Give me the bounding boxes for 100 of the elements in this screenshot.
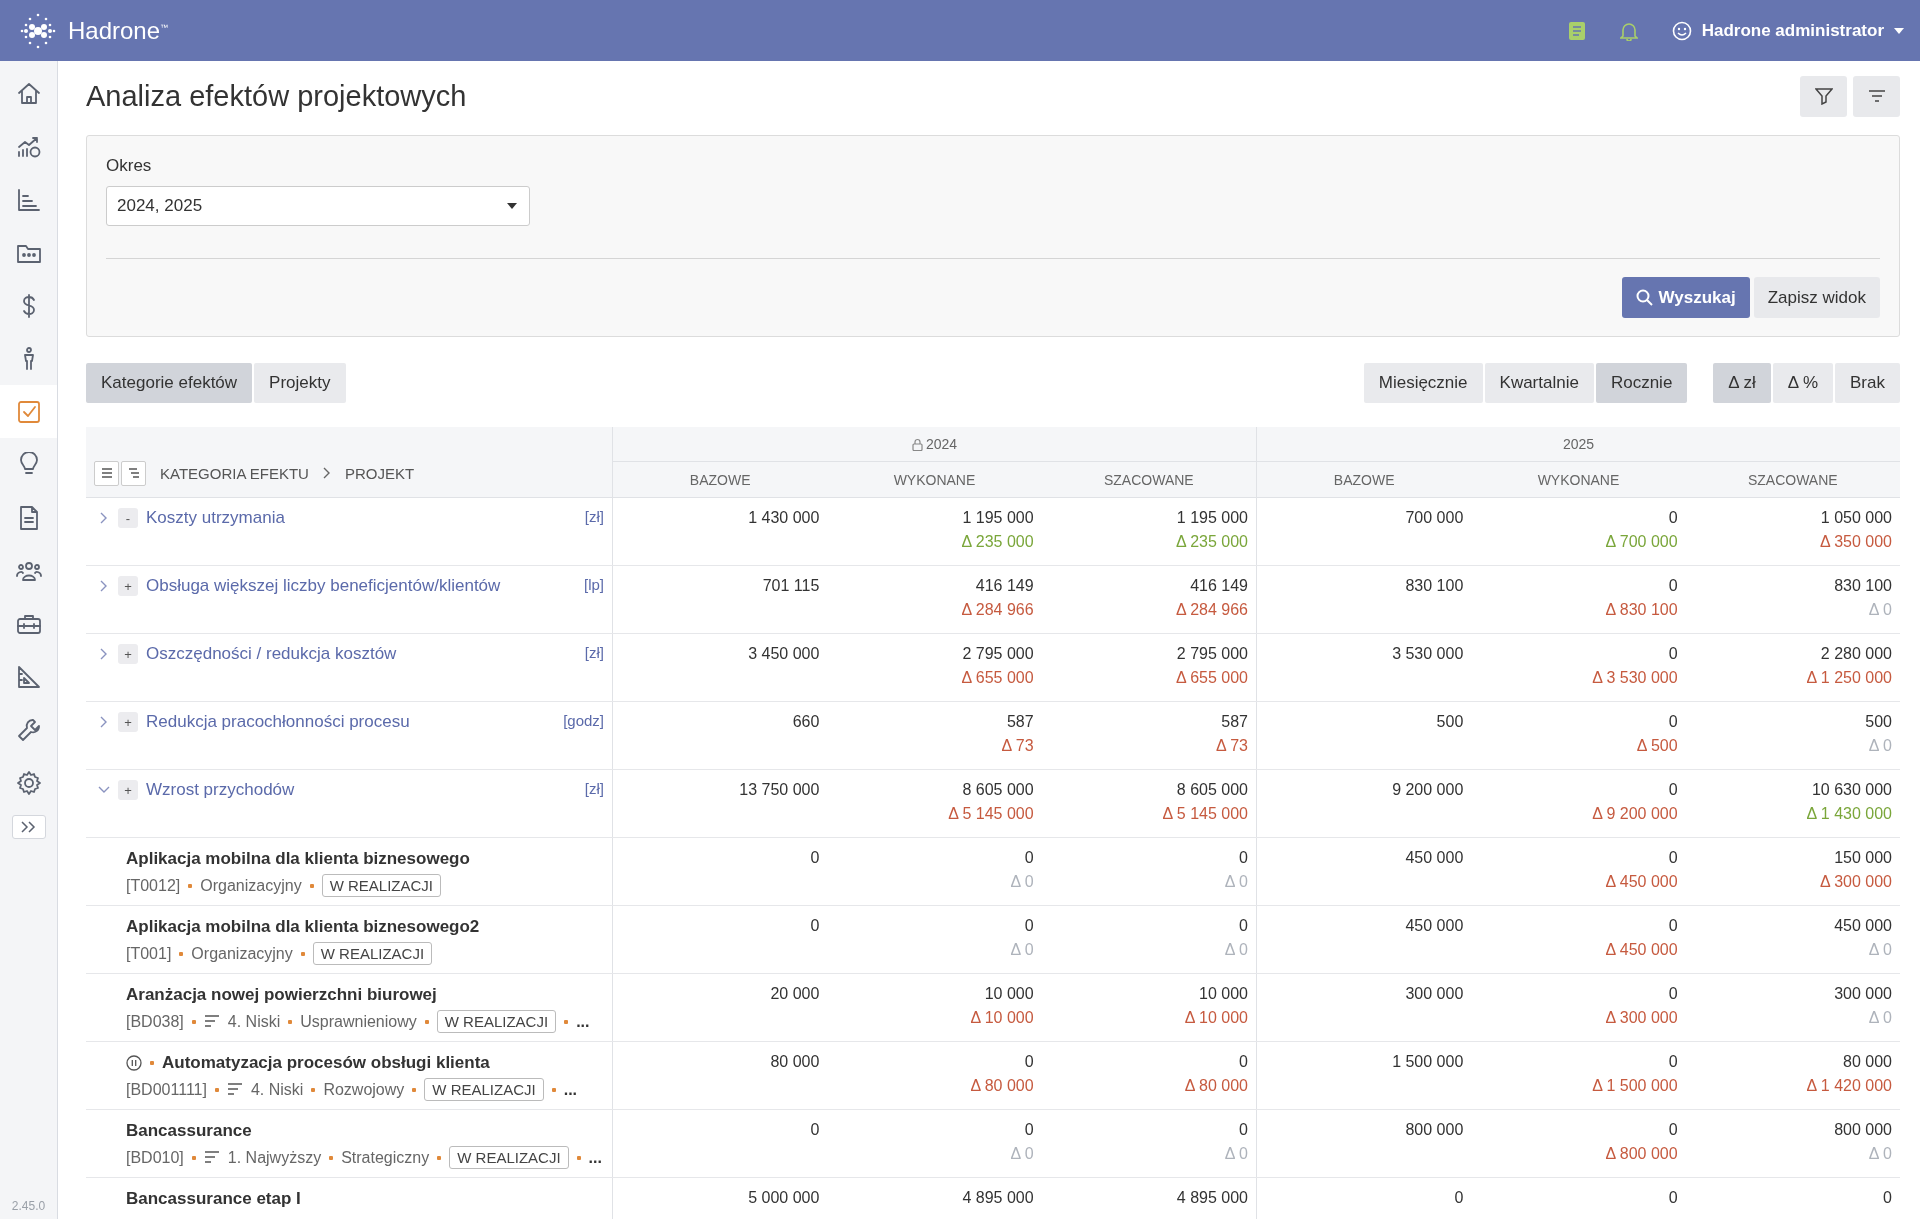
project-code: [BD001111] (126, 1080, 207, 1099)
value-cell: 3 530 000 (1392, 645, 1464, 663)
settings-icon (15, 769, 42, 796)
value-cell: 8 605 000 (1176, 781, 1248, 799)
value-cell: 80 000 (1843, 1053, 1892, 1071)
indent-icon (127, 468, 140, 478)
project-name: Aplikacja mobilna dla klienta biznesowego2 (126, 916, 480, 937)
category-link[interactable]: Redukcja pracochłonności procesu (146, 712, 410, 732)
value-cell: 2 795 000 (1176, 645, 1248, 663)
unit-label: [zł] (584, 644, 604, 661)
toggle-button[interactable]: + (118, 644, 138, 664)
value-cell: 450 000 (1405, 849, 1464, 867)
value-cell: 1 050 000 (1820, 509, 1892, 527)
toggle-button[interactable]: + (118, 780, 138, 800)
nav-item[interactable] (0, 385, 57, 438)
period-toggle[interactable]: Kwartalnie (1484, 363, 1594, 403)
delta-toggle[interactable]: Δ zł (1713, 363, 1771, 403)
value-cell: 0 (1454, 1189, 1464, 1207)
breadcrumb-item[interactable]: PROJEKT (344, 464, 415, 482)
project-type: Organizacyjny (200, 876, 302, 895)
category-link[interactable]: Wzrost przychodów (146, 780, 295, 800)
delta-value: Δ 800 000 (1605, 1145, 1678, 1163)
bar-chart-icon (15, 186, 42, 213)
column-header: WYKONANE (892, 470, 977, 490)
project-name: Automatyzacja procesów obsługi klienta (162, 1052, 490, 1073)
project-code: [T001] (126, 944, 172, 963)
delta-value: Δ 655 000 (1175, 669, 1248, 687)
delta-value: Δ 80 000 (970, 1077, 1034, 1095)
category-link[interactable]: Obsługa większej liczby beneficjentów/klientów (146, 576, 501, 596)
breadcrumb-item[interactable]: KATEGORIA EFEKTU (160, 464, 309, 482)
toggle-button[interactable]: + (118, 712, 138, 732)
delta-value: Δ 1 430 000 (1806, 805, 1892, 823)
period-toggle[interactable]: Rocznie (1595, 363, 1688, 403)
delta-value: Δ 0 (1010, 873, 1034, 891)
value-cell: 416 149 (975, 577, 1034, 595)
status-tag: W REALIZACJI (449, 1146, 569, 1169)
search-button[interactable]: Wyszukaj (1621, 277, 1750, 318)
sort-lines-icon (1867, 89, 1886, 103)
value-cell: 701 115 (762, 577, 820, 595)
priority-icon (203, 1015, 220, 1028)
delta-value: Δ 655 000 (961, 669, 1034, 687)
value-cell: 0 (1024, 1121, 1034, 1139)
value-cell: 4 895 000 (962, 1189, 1034, 1207)
project-name: Bancassurance etap I (126, 1188, 301, 1209)
category-link[interactable]: Koszty utrzymania (146, 508, 285, 528)
value-cell: 300 000 (1834, 985, 1892, 1003)
delta-value: Δ 0 (1010, 941, 1034, 959)
expand-sidebar-button[interactable] (11, 815, 46, 839)
year-label: 2024 (925, 436, 958, 452)
value-cell: 416 149 (1190, 577, 1248, 595)
value-cell: 0 (1239, 917, 1248, 935)
view-tab[interactable]: Projekty (254, 363, 346, 403)
value-cell: 1 430 000 (748, 509, 820, 527)
tree-view-button[interactable] (121, 460, 146, 486)
view-tab[interactable]: Kategorie efektów (86, 363, 253, 403)
filter-button[interactable] (1800, 75, 1847, 117)
unit-label: [lp] (584, 576, 604, 593)
project-type: Strategiczny (341, 1148, 430, 1167)
toggle-button[interactable]: - (118, 508, 138, 528)
delta-value: Δ 0 (1868, 941, 1892, 959)
chevron-right-icon (322, 467, 331, 479)
delta-value: Δ 3 530 000 (1592, 669, 1678, 687)
value-cell: 0 (1239, 1053, 1248, 1071)
delta-toggle[interactable]: Brak (1835, 363, 1900, 403)
smiley-icon (1671, 20, 1692, 41)
value-cell: 0 (810, 1121, 820, 1139)
field-label: Okres (106, 156, 153, 176)
more-ellipsis[interactable]: ... (563, 1080, 578, 1099)
checkbox-icon (15, 398, 42, 425)
value-cell: 0 (1668, 577, 1678, 595)
sort-button[interactable] (1853, 75, 1900, 117)
period-toggle[interactable]: Miesięcznie (1363, 363, 1483, 403)
delta-value: Δ 9 200 000 (1592, 805, 1678, 823)
value-cell: 587 (1006, 713, 1034, 731)
unit-label: [zł] (584, 508, 604, 525)
project-name: Aranżacja nowej powierzchni biurowej (126, 984, 437, 1005)
project-type: Rozwojowy (323, 1080, 405, 1099)
more-ellipsis[interactable]: ... (576, 1012, 590, 1031)
double-chevron-icon (19, 821, 38, 833)
delta-toggle[interactable]: Δ % (1772, 363, 1834, 403)
save-view-button[interactable]: Zapisz widok (1753, 277, 1880, 318)
toggle-button[interactable]: + (118, 576, 138, 596)
delta-value: Δ 450 000 (1605, 941, 1678, 959)
category-link[interactable]: Oszczędności / redukcja kosztów (146, 644, 397, 664)
bell-icon[interactable] (1619, 20, 1638, 41)
project-name: Bancassurance (126, 1120, 252, 1141)
delta-value: Δ 0 (1868, 1145, 1892, 1163)
status-tag: W REALIZACJI (436, 1010, 557, 1033)
user-menu[interactable]: Hadrone administrator (1671, 20, 1904, 41)
value-cell: 9 200 000 (1392, 781, 1464, 799)
priority-label: 4. Niski (250, 1080, 304, 1099)
list-view-button[interactable] (94, 460, 119, 486)
notes-icon[interactable] (1567, 20, 1586, 41)
value-cell: 150 000 (1834, 849, 1892, 867)
period-select[interactable]: 2024, 2025 (106, 186, 530, 226)
delta-value: Δ 5 145 000 (1162, 805, 1248, 823)
wrench-icon (15, 716, 42, 743)
column-header: SZACOWANE (1746, 470, 1839, 490)
more-ellipsis[interactable]: ... (588, 1148, 602, 1167)
value-cell: 660 (792, 713, 820, 731)
